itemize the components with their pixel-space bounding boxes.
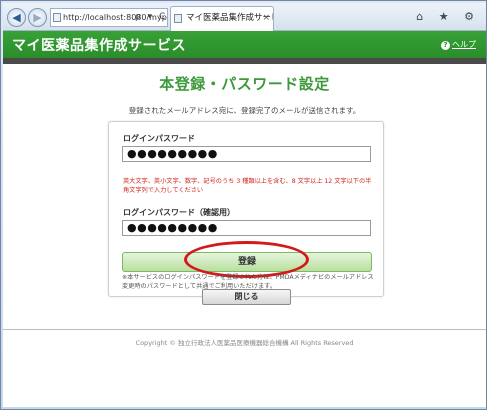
app-header: マイ医薬品集作成サービス ? ヘルプ: [3, 31, 486, 58]
confirm-password-label: ログインパスワード（確認用）: [123, 208, 235, 217]
tab-title: マイ医薬品集作成サービ...: [186, 13, 273, 23]
password-hint: 英大文字、英小文字、数字、記号のうち 3 種類以上を含む、8 文字以上 12 文…: [123, 178, 372, 194]
footer-divider: [3, 329, 486, 330]
confirm-password-field[interactable]: ●●●●●●●●●: [122, 220, 371, 236]
copyright-text: Copyright © 独立行政法人医薬品医療機器総合機構 All Rights…: [135, 339, 354, 347]
notice-text: 登録されたメールアドレス宛に、登録完了のメールが送信されます。: [128, 106, 361, 115]
app-title: マイ医薬品集作成サービス: [12, 38, 186, 54]
browser-toolbar: ◀ ▶ http://localhost:8080/mypa ρ ▾ C マイ医…: [3, 3, 486, 31]
registration-form: ログインパスワード ●●●●●●●●● 英大文字、英小文字、数字、記号のうち 3…: [108, 121, 384, 297]
password-field[interactable]: ●●●●●●●●●: [122, 146, 371, 162]
address-bar-buttons[interactable]: ρ ▾ C: [135, 8, 169, 27]
browser-tab[interactable]: マイ医薬品集作成サービ... ×: [170, 6, 274, 31]
help-icon: ?: [441, 41, 450, 50]
header-divider: [3, 58, 486, 64]
back-button[interactable]: ◀: [7, 8, 26, 27]
close-button[interactable]: 閉じる: [202, 289, 291, 305]
help-label: ヘルプ: [452, 40, 476, 49]
page-title: 本登録・パスワード設定: [159, 75, 330, 93]
password-label: ログインパスワード: [123, 134, 195, 143]
help-link[interactable]: ? ヘルプ: [441, 39, 476, 50]
browser-tools[interactable]: ⌂ ★ ⚙: [416, 10, 480, 23]
tab-favicon-icon: [174, 14, 182, 23]
forward-button[interactable]: ▶: [28, 8, 47, 27]
page-icon: [53, 13, 61, 22]
browser-window: ◀ ▶ http://localhost:8080/mypa ρ ▾ C マイ医…: [0, 0, 487, 410]
highlight-ellipse: [184, 241, 309, 278]
page-viewport: マイ医薬品集作成サービス ? ヘルプ 本登録・パスワード設定 登録されたメールアド…: [3, 31, 486, 407]
tab-close-button[interactable]: ×: [262, 7, 270, 30]
